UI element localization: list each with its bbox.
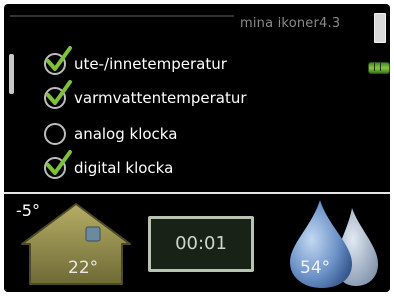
option-ute-innetemperatur[interactable]: ute-/innetemperatur [42,46,302,78]
checkmark-icon [46,46,72,71]
indoor-temp: 22° [68,258,99,278]
option-label: digital klocka [74,159,174,177]
option-label: varmvattentemperatur [74,89,247,107]
signal-indicator-icon [368,62,390,74]
menu-tab-marker [374,13,386,43]
outdoor-temp: -5° [16,201,40,220]
option-analog-klocka[interactable]: analog klocka [42,120,302,148]
option-label: ute-/innetemperatur [74,55,227,73]
digital-clock: 00:01 [148,216,254,272]
scrollbar[interactable] [9,54,14,94]
checkmark-icon [46,80,72,105]
menu-title: mina ikoner4.3 [240,16,341,31]
option-digital-klocka[interactable]: digital klocka [42,150,302,182]
option-varmvattentemperatur[interactable]: varmvattentemperatur [42,80,302,112]
checkbox-icon[interactable] [44,123,66,145]
hot-water-temp: 54° [300,258,331,278]
header-line [10,15,234,17]
clock-time: 00:01 [175,233,227,254]
hot-water-drops-icon [290,200,378,288]
option-label: analog klocka [74,125,178,143]
checkmark-icon [46,150,72,175]
